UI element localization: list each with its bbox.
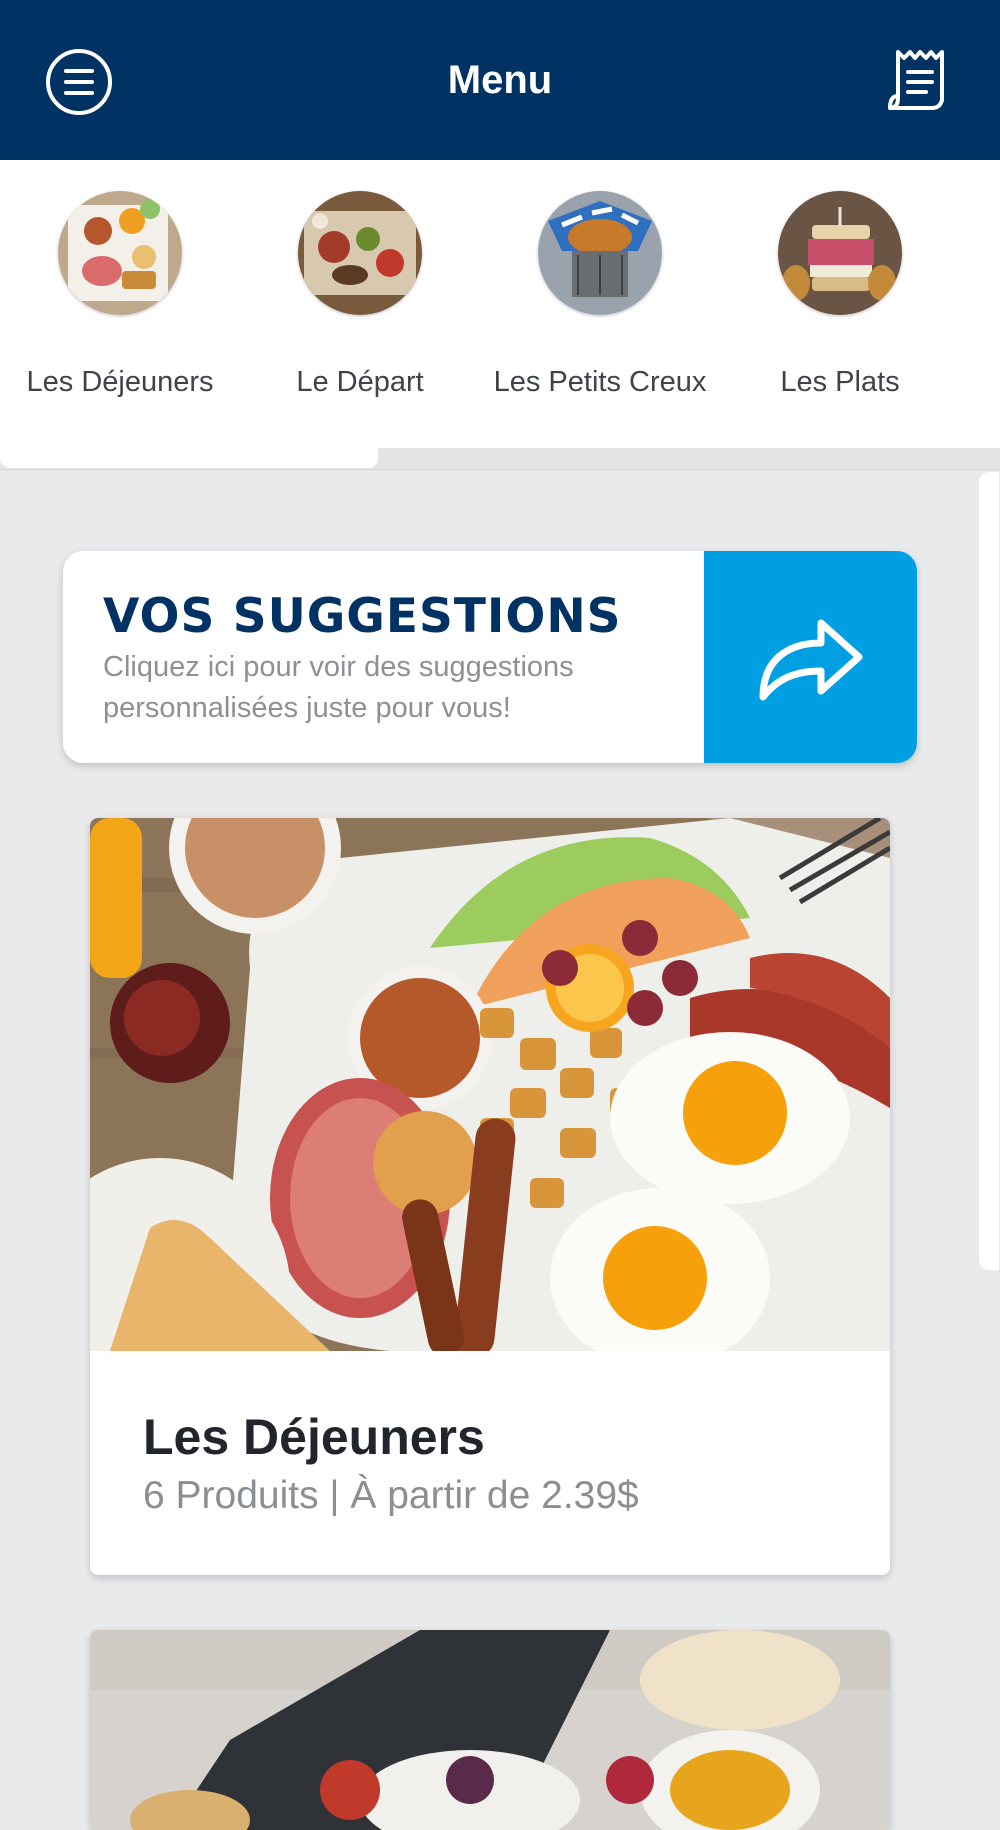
- card-image: [90, 818, 890, 1351]
- suggestions-card[interactable]: VOS SUGGESTIONS Cliquez ici pour voir de…: [63, 551, 917, 763]
- category-card-dejeuners[interactable]: Les Déjeuners 6 Produits | À partir de 2…: [90, 818, 890, 1575]
- suggestions-button[interactable]: [704, 551, 917, 763]
- category-item-depart[interactable]: Le Départ: [240, 191, 480, 431]
- category-item-dejeuners[interactable]: Les Déjeuners: [0, 191, 240, 431]
- category-label: Les Petits Creux: [493, 365, 707, 398]
- category-thumb-petits-creux: [538, 191, 662, 315]
- app-header: Menu: [0, 0, 1000, 160]
- category-card-depart[interactable]: [90, 1630, 890, 1830]
- strip-divider: [0, 469, 1000, 470]
- suggestions-subtitle: Cliquez ici pour voir des suggestions pe…: [103, 651, 574, 724]
- category-item-partial[interactable]: M: [960, 191, 1000, 431]
- card-title: Les Déjeuners: [143, 1409, 485, 1465]
- category-label: Le Départ: [296, 365, 424, 398]
- category-label: Les Plats: [780, 365, 900, 398]
- category-thumb-dejeuners: [58, 191, 182, 315]
- category-thumb-depart: [298, 191, 422, 315]
- menu-icon[interactable]: [46, 49, 112, 115]
- category-label: M: [970, 335, 1000, 429]
- card-image: [90, 1630, 890, 1830]
- category-item-petits-creux[interactable]: Les Petits Creux: [480, 191, 720, 431]
- category-thumb-plats: [778, 191, 902, 315]
- category-scrollbar[interactable]: [0, 448, 378, 468]
- receipt-icon[interactable]: [886, 46, 954, 114]
- share-arrow-icon: [759, 619, 862, 701]
- category-strip: Les Déjeuners Le Départ Les Petits Creux…: [0, 160, 1000, 448]
- card-meta: 6 Produits | À partir de 2.39$: [143, 1474, 639, 1517]
- page-title: Menu: [447, 57, 553, 102]
- page-scrollbar[interactable]: [979, 472, 999, 1270]
- suggestions-title: VOS SUGGESTIONS: [103, 589, 622, 644]
- category-item-plats[interactable]: Les Plats: [720, 191, 960, 431]
- category-label: Les Déjeuners: [26, 365, 214, 398]
